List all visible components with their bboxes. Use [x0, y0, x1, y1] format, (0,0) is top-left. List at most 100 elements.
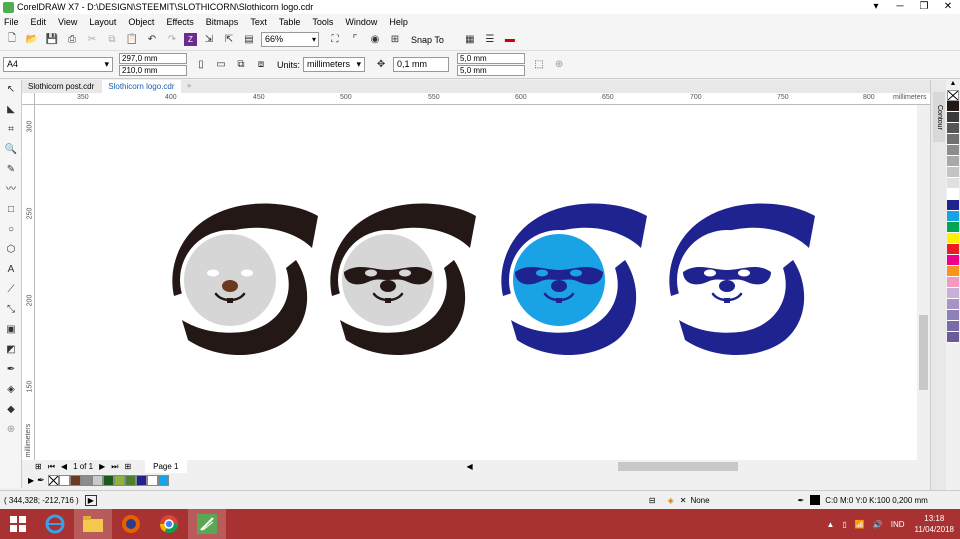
portrait-icon[interactable]: ▯: [193, 57, 209, 73]
full-screen-preview-icon[interactable]: ⛶: [327, 32, 343, 48]
vertical-scroll-thumb[interactable]: [919, 315, 928, 390]
page-height-field[interactable]: 210,0 mm: [119, 64, 187, 76]
color-palette-swatch[interactable]: [947, 189, 959, 200]
color-palette-swatch[interactable]: [947, 266, 959, 277]
vertical-ruler[interactable]: 300 250 200 150 millimeters: [22, 105, 35, 460]
landscape-icon[interactable]: ▭: [213, 57, 229, 73]
palette-menu-icon[interactable]: ▶: [28, 476, 34, 485]
document-color-swatch[interactable]: [91, 474, 103, 486]
vertical-scrollbar[interactable]: [917, 105, 930, 460]
search-content-icon[interactable]: Z: [184, 33, 197, 46]
application-launcher-icon[interactable]: ▬: [502, 32, 518, 48]
add-tool-icon[interactable]: ⊕: [0, 420, 22, 440]
menu-tools[interactable]: Tools: [312, 17, 333, 27]
undo-icon[interactable]: ↶: [144, 32, 160, 48]
document-color-swatch[interactable]: [113, 474, 125, 486]
menu-help[interactable]: Help: [389, 17, 408, 27]
save-icon[interactable]: 💾: [44, 32, 60, 48]
minimize-button[interactable]: ─: [888, 0, 912, 14]
horizontal-scroll-thumb[interactable]: [618, 462, 738, 471]
smart-fill-icon[interactable]: ◆: [0, 400, 22, 420]
drop-shadow-icon[interactable]: ▣: [0, 320, 22, 340]
file-explorer-icon[interactable]: [74, 509, 112, 539]
polygon-tool-icon[interactable]: ⬡: [0, 240, 22, 260]
interactive-fill-icon[interactable]: ◈: [0, 380, 22, 400]
sloth-logo[interactable]: [330, 203, 476, 356]
add-page-icon[interactable]: ⊞: [35, 462, 42, 471]
current-page-icon[interactable]: ⧈: [253, 57, 269, 73]
horizontal-ruler[interactable]: 350 400 450 500 550 600 650 700 750 800 …: [35, 93, 930, 105]
copy-icon[interactable]: ⧉: [104, 32, 120, 48]
coreldraw-taskbar-icon[interactable]: [188, 509, 226, 539]
color-palette-swatch[interactable]: [947, 244, 959, 255]
ellipse-tool-icon[interactable]: ○: [0, 220, 22, 240]
menu-view[interactable]: View: [58, 17, 77, 27]
color-palette-swatch[interactable]: [947, 277, 959, 288]
no-color-swatch[interactable]: [47, 474, 59, 486]
nudge-distance-field[interactable]: 0,1 mm: [393, 57, 450, 72]
document-color-swatch[interactable]: [80, 474, 92, 486]
import-icon[interactable]: ⇲: [201, 32, 217, 48]
scroll-left-icon[interactable]: ◀: [467, 462, 473, 471]
windows-start-icon[interactable]: [0, 509, 36, 539]
menu-table[interactable]: Table: [279, 17, 301, 27]
page-width-field[interactable]: 297,0 mm: [119, 52, 187, 64]
show-guidelines-icon[interactable]: ⊞: [387, 32, 403, 48]
duplicate-x-field[interactable]: 5,0 mm: [457, 52, 526, 64]
rectangle-tool-icon[interactable]: □: [0, 200, 22, 220]
chrome-icon[interactable]: [150, 509, 188, 539]
crop-tool-icon[interactable]: ⌗: [0, 120, 22, 140]
first-page-icon[interactable]: ⏮: [48, 462, 55, 472]
document-color-swatch[interactable]: [146, 474, 158, 486]
color-palette-swatch[interactable]: [947, 288, 959, 299]
tab-slothicorn-logo[interactable]: Slothicorn logo.cdr: [102, 80, 181, 93]
sloth-logo[interactable]: [669, 203, 815, 356]
color-palette-swatch[interactable]: [947, 321, 959, 332]
tab-slothicorn-post[interactable]: Slothicorn post.cdr: [22, 80, 101, 93]
color-palette-swatch[interactable]: [947, 200, 959, 211]
document-color-swatch[interactable]: [69, 474, 81, 486]
no-fill-swatch[interactable]: [947, 90, 959, 101]
shape-tool-icon[interactable]: ◣: [0, 100, 22, 120]
tray-expand-icon[interactable]: ▲: [827, 520, 835, 529]
all-pages-icon[interactable]: ⧉: [233, 57, 249, 73]
next-page-icon[interactable]: ▶: [99, 462, 105, 471]
clock[interactable]: 13:18 11/04/2018: [915, 513, 954, 535]
menu-window[interactable]: Window: [345, 17, 377, 27]
show-rulers-icon[interactable]: ⌜: [347, 32, 363, 48]
color-palette-swatch[interactable]: [947, 134, 959, 145]
options-icon[interactable]: ☰: [482, 32, 498, 48]
units-select[interactable]: millimeters: [303, 57, 366, 72]
treat-as-filled-icon[interactable]: ⬚: [531, 57, 547, 73]
color-palette-swatch[interactable]: [947, 112, 959, 123]
sloth-logo[interactable]: [501, 203, 647, 356]
palette-scroll-up-icon[interactable]: ▲: [946, 80, 960, 90]
pick-tool-icon[interactable]: ↖: [0, 80, 22, 100]
document-color-swatch[interactable]: [58, 474, 70, 486]
last-page-icon[interactable]: ⏭: [111, 462, 118, 472]
menu-edit[interactable]: Edit: [31, 17, 47, 27]
color-palette-swatch[interactable]: [947, 255, 959, 266]
open-icon[interactable]: 📂: [24, 32, 40, 48]
new-tab-icon[interactable]: +: [183, 80, 196, 93]
help-icon[interactable]: ▾: [864, 0, 888, 14]
show-grid-icon[interactable]: ◉: [367, 32, 383, 48]
freehand-tool-icon[interactable]: ✎: [0, 160, 22, 180]
color-palette-swatch[interactable]: [947, 145, 959, 156]
close-button[interactable]: ✕: [936, 0, 960, 14]
firefox-icon[interactable]: [112, 509, 150, 539]
export-icon[interactable]: ⇱: [221, 32, 237, 48]
document-color-swatch[interactable]: [124, 474, 136, 486]
menu-effects[interactable]: Effects: [166, 17, 193, 27]
color-palette-swatch[interactable]: [947, 222, 959, 233]
menu-bitmaps[interactable]: Bitmaps: [206, 17, 239, 27]
artistic-media-icon[interactable]: 〰: [0, 180, 22, 200]
battery-icon[interactable]: ▯: [842, 520, 846, 529]
connector-tool-icon[interactable]: ⤡: [0, 300, 22, 320]
color-palette-swatch[interactable]: [947, 332, 959, 343]
color-palette-swatch[interactable]: [947, 310, 959, 321]
redo-icon[interactable]: ↷: [164, 32, 180, 48]
add-page-after-icon[interactable]: ⊞: [124, 462, 131, 471]
duplicate-y-field[interactable]: 5,0 mm: [457, 64, 526, 76]
paste-icon[interactable]: 📋: [124, 32, 140, 48]
